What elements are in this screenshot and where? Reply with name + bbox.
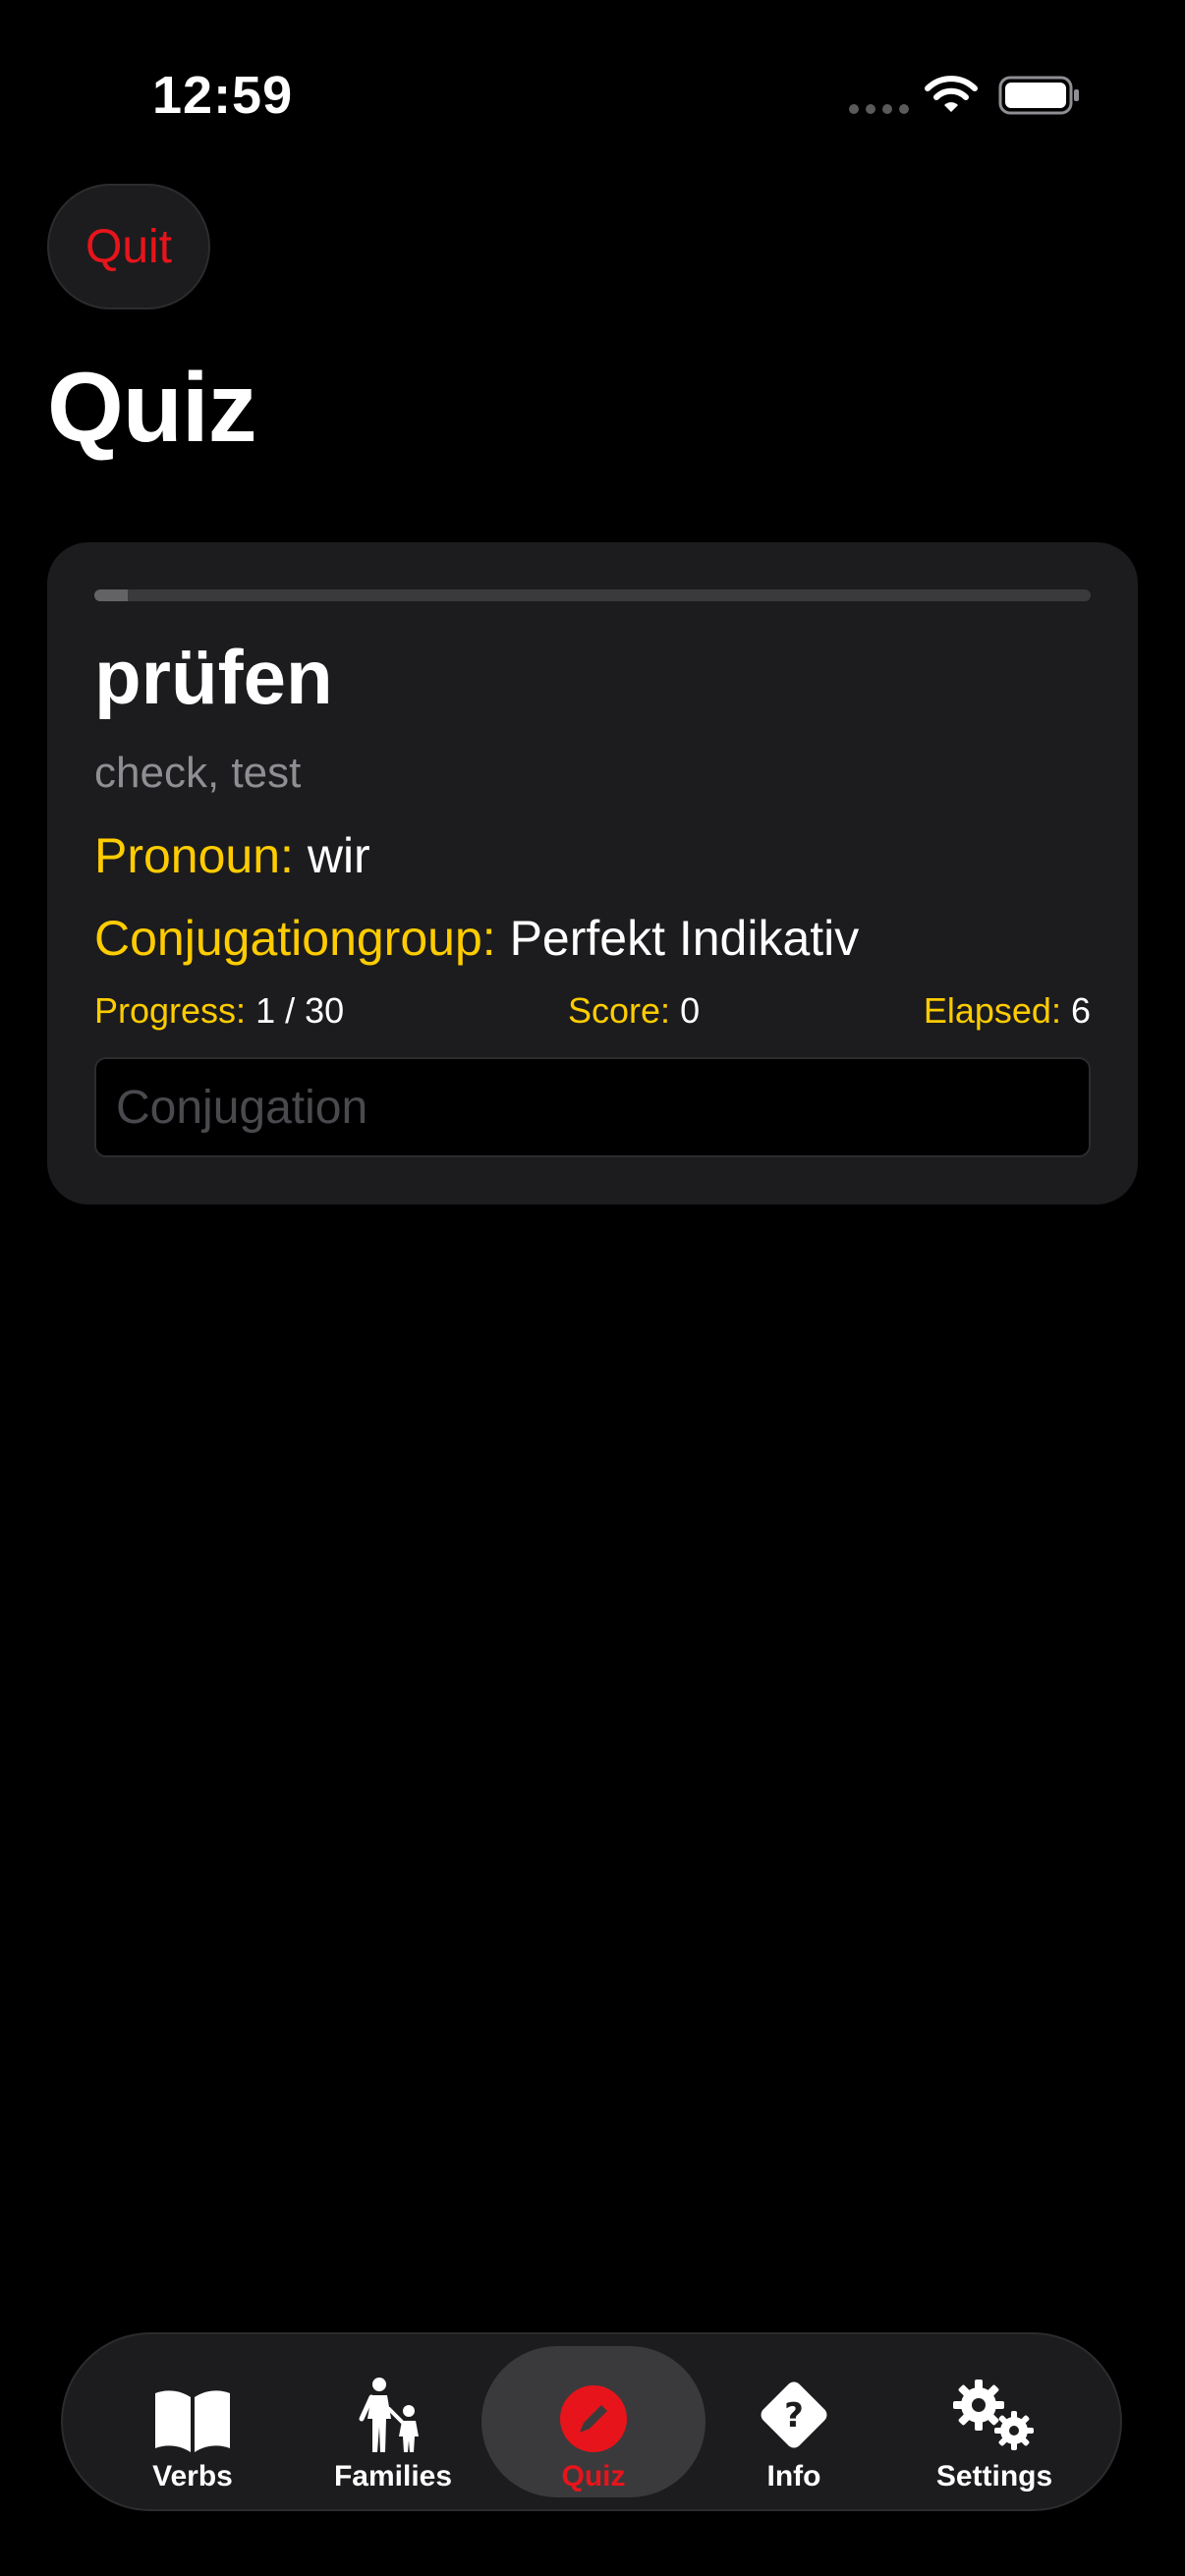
conjugation-group-value: Perfekt Indikativ bbox=[509, 911, 860, 966]
elapsed-label: Elapsed: bbox=[923, 990, 1061, 1031]
tab-quiz[interactable]: Quiz bbox=[481, 2346, 705, 2497]
score-value: 0 bbox=[680, 990, 701, 1031]
family-icon bbox=[358, 2360, 428, 2454]
conjugation-group-row: Conjugationgroup: Perfekt Indikativ bbox=[94, 910, 859, 967]
tab-settings-label: Settings bbox=[935, 2460, 1053, 2492]
verb-title: prüfen bbox=[94, 634, 333, 720]
gears-icon bbox=[947, 2360, 1042, 2454]
tab-settings[interactable]: Settings bbox=[882, 2346, 1106, 2497]
wifi-icon bbox=[924, 75, 979, 119]
quit-button[interactable]: Quit bbox=[47, 184, 210, 309]
status-time: 12:59 bbox=[152, 66, 294, 125]
quiz-progress-fill bbox=[94, 589, 128, 601]
quiz-card: prüfen check, test Pronoun: wir Conjugat… bbox=[47, 542, 1138, 1204]
question-diamond-icon: ? bbox=[755, 2360, 833, 2454]
tab-families-label: Families bbox=[333, 2460, 453, 2492]
tab-verbs-label: Verbs bbox=[152, 2460, 233, 2492]
verb-translation: check, test bbox=[94, 749, 302, 797]
score-stat: Score: 0 bbox=[568, 990, 700, 1032]
tab-verbs[interactable]: Verbs bbox=[81, 2346, 305, 2497]
conjugation-input[interactable] bbox=[94, 1057, 1091, 1157]
tab-quiz-label: Quiz bbox=[561, 2460, 626, 2492]
page-title: Quiz bbox=[47, 353, 257, 463]
pronoun-value: wir bbox=[307, 828, 370, 883]
conjugation-group-label: Conjugationgroup: bbox=[94, 911, 496, 966]
pronoun-row: Pronoun: wir bbox=[94, 827, 370, 884]
pronoun-label: Pronoun: bbox=[94, 828, 294, 883]
svg-text:?: ? bbox=[784, 2396, 804, 2436]
book-icon bbox=[151, 2360, 234, 2454]
cellular-signal-icon bbox=[849, 104, 909, 114]
progress-stat: Progress: 1 / 30 bbox=[94, 990, 344, 1032]
tab-families[interactable]: Families bbox=[281, 2346, 505, 2497]
tab-info[interactable]: ? Info bbox=[682, 2346, 906, 2497]
elapsed-value: 6 bbox=[1070, 990, 1091, 1031]
score-label: Score: bbox=[568, 990, 671, 1031]
tab-info-label: Info bbox=[766, 2460, 821, 2492]
quiz-progress-bar bbox=[94, 589, 1091, 601]
elapsed-stat: Elapsed: 6 bbox=[924, 990, 1091, 1032]
battery-icon bbox=[998, 76, 1081, 120]
tab-bar: Verbs Families Quiz ? Info Settings bbox=[61, 2332, 1122, 2511]
pencil-circle-icon bbox=[558, 2360, 629, 2454]
progress-value: 1 / 30 bbox=[255, 990, 345, 1031]
progress-label: Progress: bbox=[94, 990, 247, 1031]
